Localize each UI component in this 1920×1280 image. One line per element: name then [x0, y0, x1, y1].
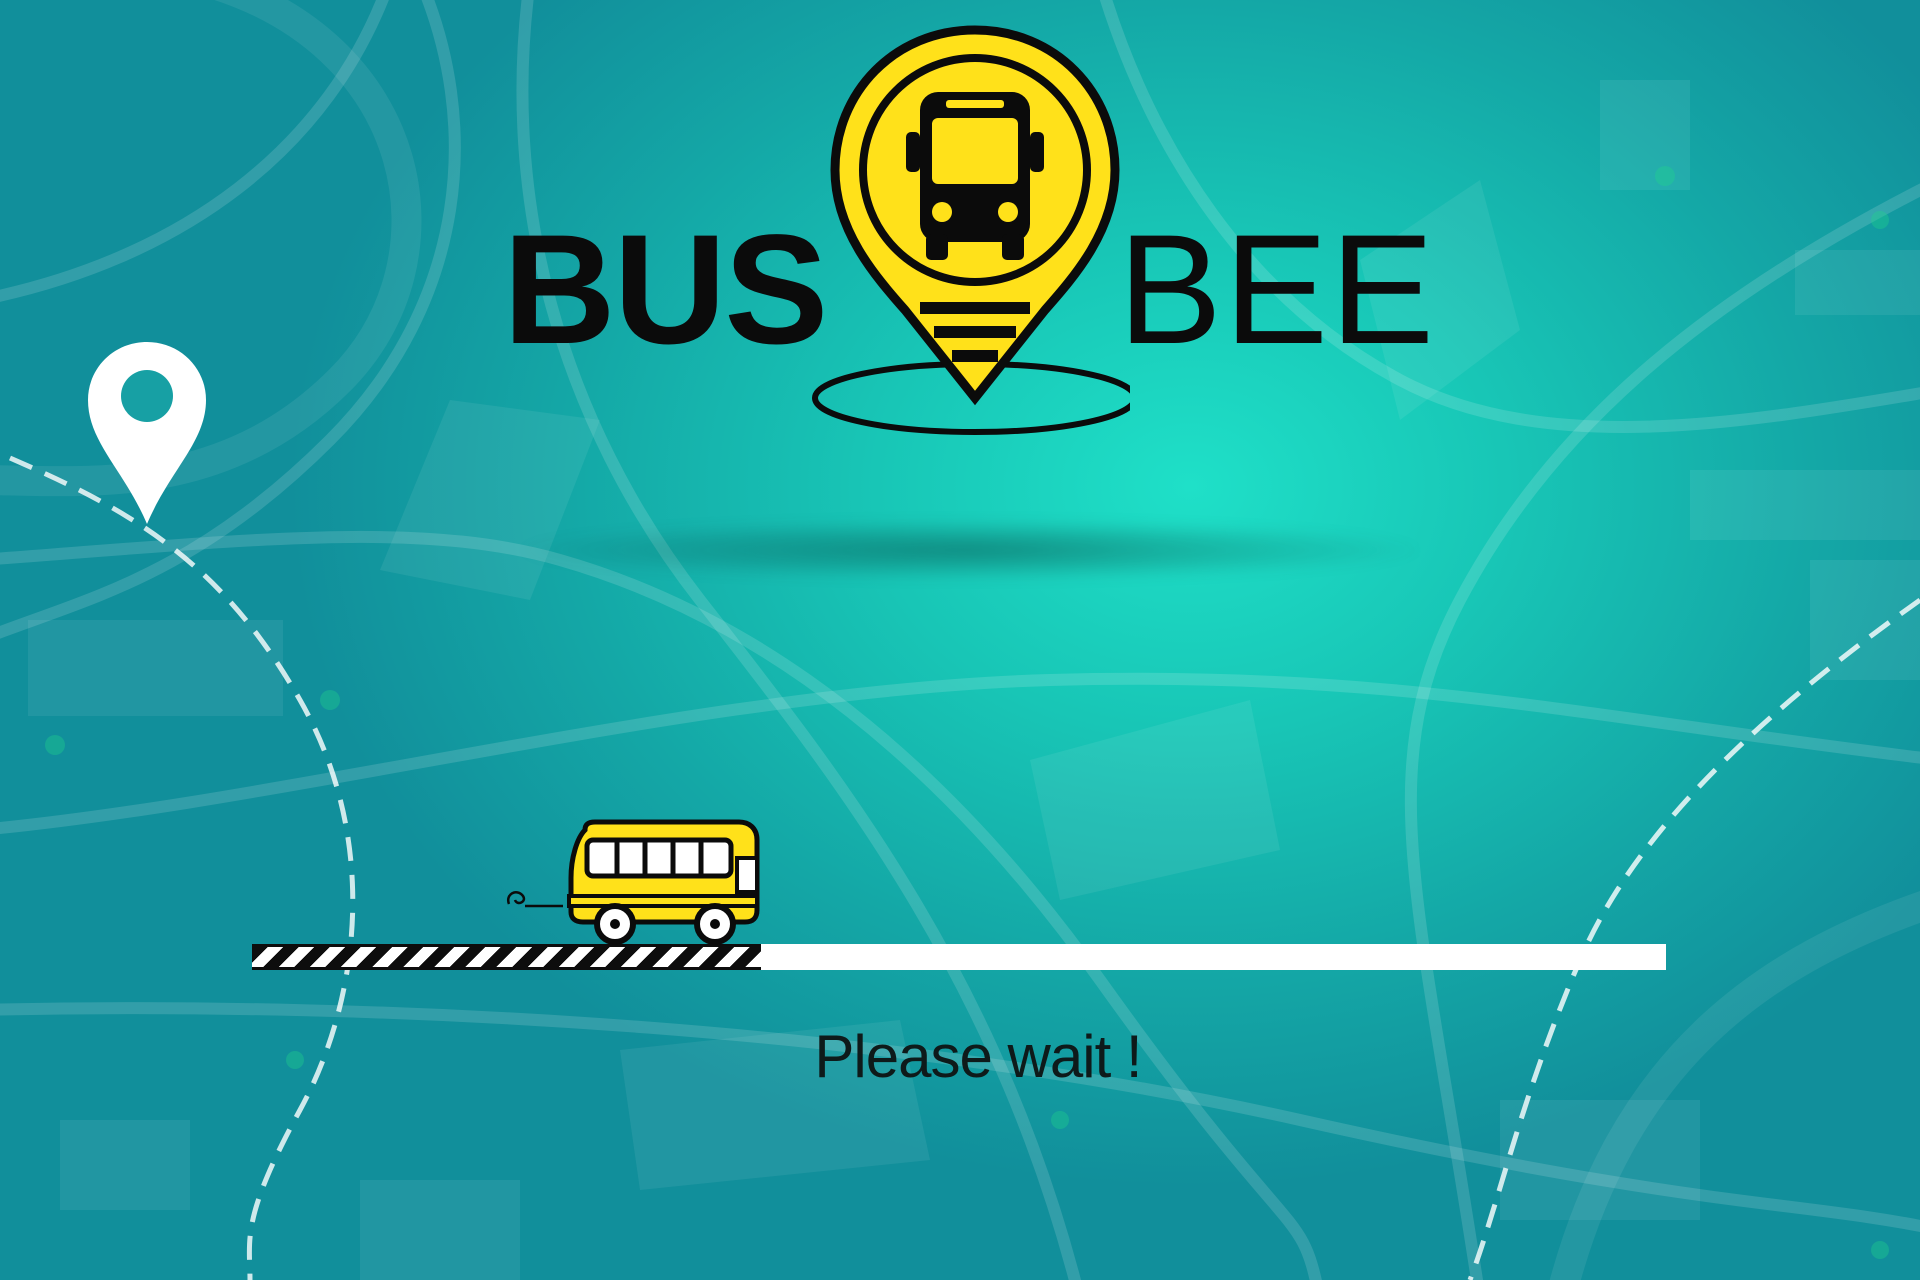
progress-track: [252, 944, 1666, 970]
brand-word-bus: BUS: [503, 203, 828, 377]
brand-word-bee: BEE: [1118, 203, 1437, 377]
location-pin-icon: [88, 342, 206, 524]
map-pin-bus-icon: [812, 25, 1130, 435]
school-bus-icon: [506, 819, 760, 945]
logo-shadow: [520, 520, 1420, 580]
status-label: Please wait !: [814, 1023, 1142, 1090]
loading-status-text: Please wait !: [0, 1022, 1920, 1091]
